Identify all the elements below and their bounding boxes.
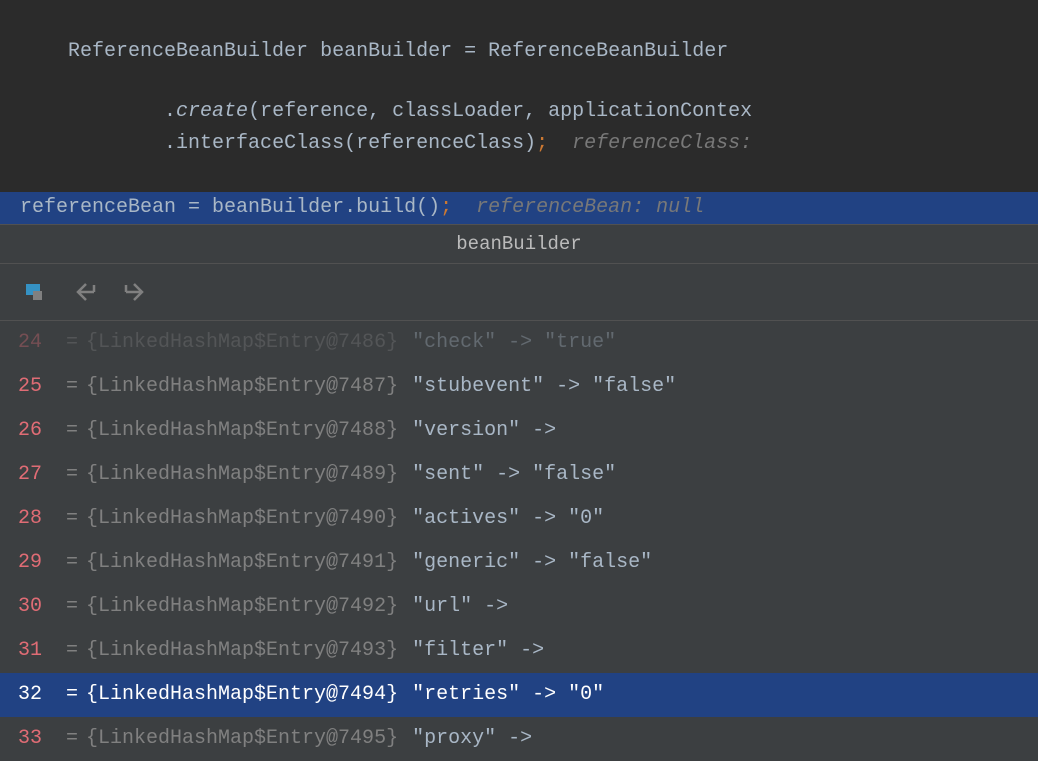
variable: referenceBean — [20, 196, 176, 219]
entry-equals: = — [58, 373, 86, 401]
entry-value: "filter" -> — [398, 637, 544, 665]
entry-index: 30 — [18, 593, 58, 621]
entry-class: {LinkedHashMap$Entry@7489} — [86, 461, 398, 489]
dot: . — [344, 196, 356, 219]
entry-index: 32 — [18, 681, 58, 709]
entry-value: "actives" -> "0" — [398, 505, 604, 533]
entry-value: "generic" -> "false" — [398, 549, 652, 577]
semicolon: ; — [440, 196, 452, 219]
debugger-entries[interactable]: 24={LinkedHashMap$Entry@7486}"check" -> … — [0, 321, 1038, 761]
entry-row[interactable]: 31={LinkedHashMap$Entry@7493}"filter" -> — [0, 629, 1038, 673]
nav-back-icon[interactable] — [72, 278, 100, 306]
entry-class: {LinkedHashMap$Entry@7495} — [86, 725, 398, 753]
entry-class: {LinkedHashMap$Entry@7488} — [86, 417, 398, 445]
indent — [20, 100, 164, 123]
type-name: ReferenceBeanBuilder — [68, 40, 308, 63]
dot: . — [164, 132, 176, 155]
entry-equals: = — [58, 637, 86, 665]
entry-value: "url" -> — [398, 593, 508, 621]
debugger-toolbar — [0, 264, 1038, 321]
entry-equals: = — [58, 417, 86, 445]
entry-equals: = — [58, 505, 86, 533]
builder-var: beanBuilder — [212, 196, 344, 219]
code-line-current[interactable]: referenceBean = beanBuilder.build(); ref… — [0, 192, 1038, 224]
entry-class: {LinkedHashMap$Entry@7494} — [86, 681, 398, 709]
equals: = — [464, 40, 476, 63]
entry-row[interactable]: 30={LinkedHashMap$Entry@7492}"url" -> — [0, 585, 1038, 629]
variable: beanBuilder — [320, 40, 452, 63]
debugger-title: beanBuilder — [0, 225, 1038, 264]
args: () — [416, 196, 440, 219]
code-editor[interactable]: ReferenceBeanBuilder beanBuilder = Refer… — [0, 0, 1038, 224]
method-create: create — [176, 100, 248, 123]
dot: . — [164, 100, 176, 123]
semicolon: ; — [536, 132, 548, 155]
method-interfaceclass: interfaceClass — [176, 132, 344, 155]
entry-equals: = — [58, 593, 86, 621]
entry-row[interactable]: 33={LinkedHashMap$Entry@7495}"proxy" -> — [0, 717, 1038, 761]
entry-equals: = — [58, 549, 86, 577]
entry-index: 26 — [18, 417, 58, 445]
entry-row[interactable]: 25={LinkedHashMap$Entry@7487}"stubevent"… — [0, 365, 1038, 409]
entry-row[interactable]: 32={LinkedHashMap$Entry@7494}"retries" -… — [0, 673, 1038, 717]
entry-class: {LinkedHashMap$Entry@7487} — [86, 373, 398, 401]
entry-index: 25 — [18, 373, 58, 401]
code-line-blank[interactable] — [0, 160, 1038, 192]
entry-index: 31 — [18, 637, 58, 665]
entry-index: 29 — [18, 549, 58, 577]
entry-class: {LinkedHashMap$Entry@7486} — [86, 329, 398, 357]
code-line-1[interactable]: ReferenceBeanBuilder beanBuilder = Refer… — [0, 8, 1038, 96]
inline-hint: referenceBean: null — [452, 196, 704, 219]
entry-row[interactable]: 28={LinkedHashMap$Entry@7490}"actives" -… — [0, 497, 1038, 541]
entry-row[interactable]: 27={LinkedHashMap$Entry@7489}"sent" -> "… — [0, 453, 1038, 497]
entry-value: "stubevent" -> "false" — [398, 373, 676, 401]
entry-value: "version" -> — [398, 417, 556, 445]
entry-equals: = — [58, 329, 86, 357]
entry-class: {LinkedHashMap$Entry@7491} — [86, 549, 398, 577]
equals: = — [176, 196, 212, 219]
entry-row[interactable]: 26={LinkedHashMap$Entry@7488}"version" -… — [0, 409, 1038, 453]
code-line-3[interactable]: .interfaceClass(referenceClass); referen… — [0, 128, 1038, 160]
args: (reference, classLoader, applicationCont… — [248, 100, 752, 123]
entry-index: 28 — [18, 505, 58, 533]
code-line-2[interactable]: .create(reference, classLoader, applicat… — [0, 96, 1038, 128]
entry-index: 24 — [18, 329, 58, 357]
method-build: build — [356, 196, 416, 219]
entry-equals: = — [58, 725, 86, 753]
args: (referenceClass) — [344, 132, 536, 155]
entry-row[interactable]: 24={LinkedHashMap$Entry@7486}"check" -> … — [0, 321, 1038, 365]
entry-value: "retries" -> "0" — [398, 681, 604, 709]
entry-index: 27 — [18, 461, 58, 489]
entry-index: 33 — [18, 725, 58, 753]
nav-forward-icon[interactable] — [120, 278, 148, 306]
new-watch-icon[interactable] — [24, 278, 52, 306]
entry-class: {LinkedHashMap$Entry@7493} — [86, 637, 398, 665]
entry-row[interactable]: 29={LinkedHashMap$Entry@7491}"generic" -… — [0, 541, 1038, 585]
type-name: ReferenceBeanBuilder — [488, 40, 728, 63]
entry-equals: = — [58, 681, 86, 709]
entry-class: {LinkedHashMap$Entry@7490} — [86, 505, 398, 533]
indent — [20, 132, 164, 155]
debugger-panel: beanBuilder 24={LinkedHashMap$Entry@7486… — [0, 224, 1038, 761]
entry-equals: = — [58, 461, 86, 489]
entry-class: {LinkedHashMap$Entry@7492} — [86, 593, 398, 621]
entry-value: "check" -> "true" — [398, 329, 616, 357]
entry-value: "sent" -> "false" — [398, 461, 616, 489]
inline-hint: referenceClass: — [548, 132, 752, 155]
entry-value: "proxy" -> — [398, 725, 532, 753]
